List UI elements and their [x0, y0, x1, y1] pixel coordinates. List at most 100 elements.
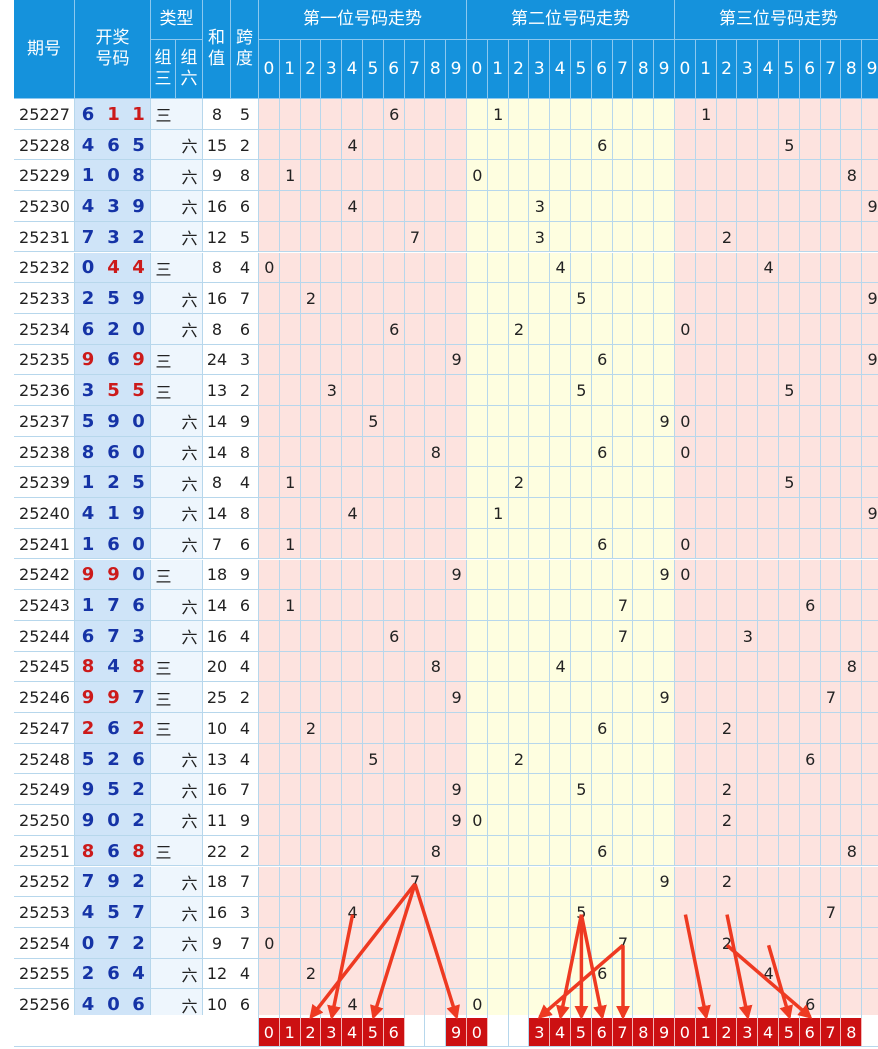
grid-cell: [467, 129, 488, 161]
grid-cell: [716, 191, 738, 222]
grid-cell: [654, 743, 675, 775]
grid-cell: [467, 99, 488, 130]
draw-digit: 5: [132, 134, 145, 156]
grid-cell: [737, 958, 759, 990]
selected-digit: 3: [321, 1018, 343, 1046]
issue-cell: 25248: [19, 749, 70, 769]
type-cell: 三: [155, 259, 172, 279]
grid-cell: [550, 713, 571, 744]
grid-cell: [591, 897, 613, 928]
grid-cell: [487, 375, 509, 406]
grid-cell: [404, 713, 426, 744]
grid-cell: [820, 283, 842, 314]
draw-digit: 2: [132, 226, 145, 248]
grid-cell: [487, 774, 509, 806]
grid-cell: [363, 498, 384, 529]
issue-cell: 25236: [19, 381, 70, 401]
grid-cell: [654, 252, 675, 284]
grid-cell: [259, 866, 280, 898]
grid-cell: [279, 221, 301, 253]
draw-digit: 9: [81, 564, 95, 586]
grid-cell: [300, 406, 322, 437]
issue-cell: 25243: [19, 596, 70, 616]
grid-cell: [737, 129, 759, 161]
grid-cell: [591, 866, 613, 898]
grid-cell: [654, 129, 675, 161]
grid-cell: [321, 528, 343, 560]
grid-cell: [779, 99, 800, 130]
grid-cell: [383, 283, 405, 314]
grid-cell: [841, 590, 863, 621]
grid-cell: [862, 99, 878, 130]
grid-cell: [633, 620, 655, 652]
grid-cell: [342, 835, 363, 867]
grid-cell: [799, 713, 821, 744]
grid-cell: [321, 191, 343, 222]
grid-cell: [279, 436, 301, 468]
draw-digit: 9: [107, 564, 120, 586]
issue-cell: 25242: [19, 565, 70, 585]
type-cell: 六: [181, 536, 198, 556]
grid-cell: [820, 774, 842, 806]
pos2-digit-header-1: 1: [487, 40, 509, 99]
draw-digit: 8: [81, 840, 95, 862]
trend-mark: 6: [597, 964, 608, 984]
grid-cell: [779, 958, 800, 990]
grid-cell: [446, 313, 467, 345]
issue-cell: 25237: [19, 411, 70, 431]
trend-mark: 2: [305, 289, 317, 309]
sum-cell: 11: [206, 810, 228, 830]
grid-cell: [487, 129, 509, 161]
grid-cell: [467, 467, 488, 499]
grid-cell: [363, 191, 384, 222]
type-cell: 三: [155, 106, 172, 126]
grid-cell: [300, 252, 322, 284]
trend-mark: 7: [409, 227, 421, 247]
grid-cell: [571, 927, 592, 959]
grid-cell: [404, 191, 426, 222]
draw-digit: 8: [132, 840, 145, 862]
span-cell: 7: [239, 289, 251, 309]
grid-cell: [571, 866, 592, 898]
grid-cell: [404, 743, 426, 775]
grid-cell: [571, 344, 592, 376]
draw-digit: 2: [107, 318, 120, 340]
grid-cell: [675, 958, 696, 990]
draw-digit: 9: [81, 809, 95, 831]
draw-digit: 2: [81, 963, 95, 985]
grid-cell: [758, 590, 779, 621]
type-cell: 六: [181, 781, 198, 801]
grid-cell: [342, 436, 363, 468]
grid-cell: [571, 467, 592, 499]
grid-cell: [529, 498, 551, 529]
grid-cell: [404, 436, 426, 468]
selected-digit: 9: [446, 1018, 467, 1046]
grid-cell: [716, 99, 738, 130]
grid-cell: [695, 313, 717, 345]
selected-digit: 6: [591, 1018, 613, 1046]
grid-cell: [675, 743, 696, 775]
grid-cell: [363, 160, 384, 192]
draw-digit: 0: [132, 318, 145, 340]
grid-cell: [591, 498, 613, 529]
sum-cell: 25: [206, 688, 228, 708]
grid-cell: [383, 221, 405, 253]
grid-cell: [363, 805, 384, 836]
lottery-trend-chart: 期号 开奖号码 类型 组三 组六 和值 跨度 第一位号码走势 0 1 2 3 4 5 6 7 8 9 第二位号码走势…: [0, 0, 878, 1049]
grid-cell: [591, 313, 613, 345]
grid-cell: [716, 835, 738, 867]
grid-cell: [612, 559, 634, 591]
pos3-digit-header-8: 8: [841, 40, 863, 99]
grid-cell: [404, 129, 426, 161]
grid-cell: [799, 436, 821, 468]
grid-cell: [404, 835, 426, 867]
grid-cell: [425, 283, 447, 314]
grid-cell: [779, 620, 800, 652]
grid-cell: [799, 774, 821, 806]
grid-cell: [425, 160, 447, 192]
grid-cell: [279, 559, 301, 591]
grid-cell: [508, 651, 530, 683]
grid-cell: [529, 774, 551, 806]
grid-cell: [550, 498, 571, 529]
draw-digit: 6: [107, 349, 120, 371]
